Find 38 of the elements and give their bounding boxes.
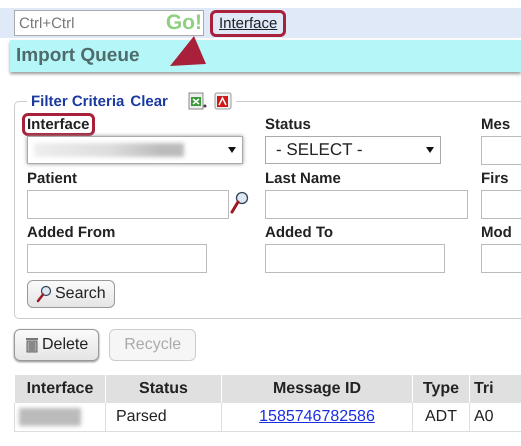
- input-field[interactable]: [27, 244, 207, 273]
- input-field[interactable]: [265, 244, 445, 273]
- caret-icon: [228, 147, 236, 153]
- table-cell: ADT: [425, 408, 457, 425]
- pdf-icon[interactable]: [214, 92, 232, 110]
- field-label: Firs: [480, 169, 510, 189]
- page-title: Import Queue: [16, 45, 140, 67]
- field-label: Mod: [480, 223, 513, 243]
- table-cell: Parsed: [116, 408, 167, 425]
- magnifier-icon[interactable]: [229, 190, 249, 216]
- field-label: Patient: [26, 169, 78, 189]
- column-header[interactable]: Status: [106, 375, 222, 403]
- message-id-link[interactable]: 1585746782586: [259, 408, 375, 425]
- input-field[interactable]: [27, 190, 229, 219]
- input-field[interactable]: [265, 190, 468, 219]
- magnifier-icon: [36, 285, 52, 303]
- redacted-blur: [19, 408, 81, 426]
- column-header[interactable]: Type: [412, 375, 470, 403]
- column-header[interactable]: Message ID: [222, 375, 412, 403]
- dropdown[interactable]: - SELECT -: [265, 136, 441, 164]
- trash-icon: [25, 337, 39, 353]
- action-button[interactable]: Delete: [14, 329, 100, 361]
- clear-link[interactable]: Clear: [130, 92, 168, 110]
- dropdown[interactable]: [27, 136, 243, 164]
- spreadsheet-icon[interactable]: [188, 92, 208, 110]
- table-cell: A0: [474, 408, 494, 425]
- search-button[interactable]: Search: [27, 280, 115, 308]
- field-label: Status: [264, 115, 312, 135]
- field-label: Added To: [264, 223, 334, 243]
- column-header[interactable]: Interface: [14, 375, 106, 403]
- filter-legend: Filter Criteria: [31, 92, 124, 110]
- caret-icon: [426, 147, 434, 153]
- field-label: Added From: [26, 223, 116, 243]
- column-header[interactable]: Tri: [470, 375, 521, 403]
- field-label: Mes: [480, 115, 512, 135]
- annotation-arrow: [170, 36, 208, 68]
- field-label: Last Name: [264, 169, 342, 189]
- interface-link[interactable]: Interface: [210, 10, 286, 36]
